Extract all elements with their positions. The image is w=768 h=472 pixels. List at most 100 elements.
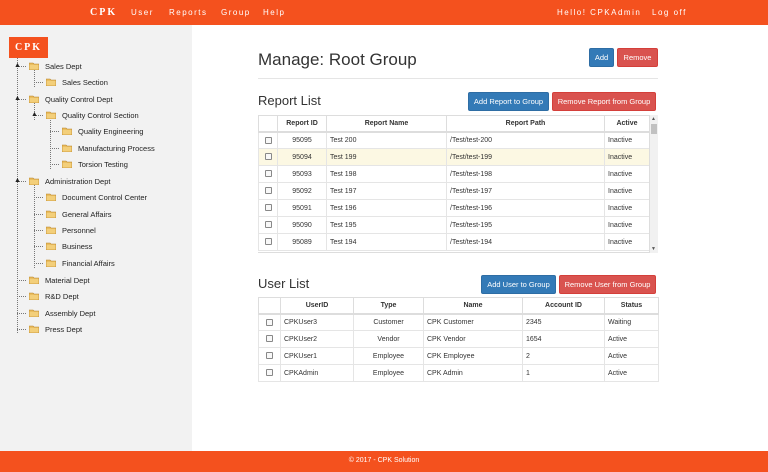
tree-item[interactable]: R&D Dept <box>29 290 79 302</box>
remove-report-button[interactable]: Remove Report from Group <box>552 92 656 111</box>
column-header-type[interactable]: Type <box>353 297 424 315</box>
column-header-report-name[interactable]: Report Name <box>326 115 447 133</box>
table-row[interactable]: 95091 Test 196/Test/test-196 Inactive <box>258 199 650 217</box>
folder-icon <box>62 160 72 168</box>
tree-toggle-icon[interactable]: ▲ <box>14 95 21 103</box>
row-checkbox[interactable] <box>264 153 272 161</box>
table-row[interactable]: 95090 Test 195/Test/test-195 Inactive <box>258 216 650 234</box>
user-list-title: User List <box>258 276 310 291</box>
row-checkbox[interactable] <box>264 170 272 178</box>
folder-icon <box>46 226 56 234</box>
table-row[interactable]: CPKAdmin Employee CPK Admin 1 Active <box>258 364 659 382</box>
sidebar: CPK <box>0 25 192 451</box>
user-greeting[interactable]: Hello! CPKAdmin <box>557 8 641 17</box>
row-checkbox-cell[interactable] <box>258 182 278 200</box>
scroll-up-icon[interactable]: ▲ <box>651 116 656 122</box>
table-row[interactable]: 95089 Test 194/Test/test-194 Inactive <box>258 233 650 251</box>
table-row[interactable]: CPKUser1 Employee CPK Employee 2 Active <box>258 347 659 365</box>
tree-item[interactable]: Quality Control Dept <box>29 93 113 105</box>
tree-item[interactable]: Quality Engineering <box>62 125 143 137</box>
tree-item[interactable]: Document Control Center <box>46 191 147 203</box>
add-user-button[interactable]: Add User to Group <box>481 275 556 294</box>
row-checkbox-cell[interactable] <box>258 330 281 348</box>
report-path-cell: /Test/test-194 <box>446 233 605 251</box>
report-id-cell: 95095 <box>277 131 327 149</box>
row-checkbox-cell[interactable] <box>258 364 281 382</box>
table-row[interactable]: 95094 Test 199/Test/test-199 Inactive <box>258 148 650 166</box>
tree-toggle-icon[interactable]: ▲ <box>14 177 21 185</box>
scroll-thumb[interactable] <box>651 124 657 134</box>
report-active-cell: Inactive <box>604 148 650 166</box>
tree-item[interactable]: General Affairs <box>46 208 111 220</box>
scroll-down-icon[interactable]: ▼ <box>651 246 656 252</box>
column-header-name[interactable]: Name <box>423 297 523 315</box>
row-checkbox[interactable] <box>264 136 272 144</box>
report-id-cell: 95093 <box>277 165 327 183</box>
table-row[interactable]: 95095 Test 200/Test/test-200 Inactive <box>258 131 650 149</box>
row-checkbox-cell[interactable] <box>258 313 281 331</box>
tree-item[interactable]: Sales Dept <box>29 60 82 72</box>
tree-toggle-icon[interactable]: ▲ <box>14 62 21 70</box>
tree-toggle-icon[interactable]: ▲ <box>31 111 38 119</box>
folder-icon <box>46 111 56 119</box>
table-row[interactable]: 95093 Test 198/Test/test-198 Inactive <box>258 165 650 183</box>
row-checkbox-cell[interactable] <box>258 347 281 365</box>
column-header-account-id[interactable]: Account ID <box>522 297 605 315</box>
row-checkbox[interactable] <box>264 187 272 195</box>
remove-user-button[interactable]: Remove User from Group <box>559 275 656 294</box>
logoff-link[interactable]: Log off <box>652 8 687 17</box>
row-checkbox[interactable] <box>264 221 272 229</box>
row-checkbox-cell[interactable] <box>258 148 278 166</box>
report-active-cell: Inactive <box>604 216 650 234</box>
add-report-button[interactable]: Add Report to Group <box>468 92 549 111</box>
tree-item[interactable]: Sales Section <box>46 76 108 88</box>
tree-item[interactable]: Personnel <box>46 224 96 236</box>
table-row[interactable]: CPKUser2 Vendor CPK Vendor 1654 Active <box>258 330 659 348</box>
tree-item[interactable]: Material Dept <box>29 274 90 286</box>
tree-item[interactable]: Torsion Testing <box>62 158 128 170</box>
row-checkbox[interactable] <box>266 335 273 343</box>
tree-connector <box>34 214 43 215</box>
row-checkbox-cell[interactable] <box>258 233 278 251</box>
nav-user[interactable]: User <box>131 8 154 17</box>
top-navbar: CPK User Reports Group Help Hello! CPKAd… <box>0 0 768 25</box>
tree-item[interactable]: Quality Control Section <box>46 109 139 121</box>
row-checkbox-cell[interactable] <box>258 199 278 217</box>
brand-logo[interactable]: CPK <box>90 7 117 18</box>
report-table-container[interactable]: Report ID Report Name Report Path Active… <box>258 115 658 253</box>
row-checkbox[interactable] <box>266 352 273 360</box>
tree-item[interactable]: Administration Dept <box>29 175 110 187</box>
report-id-cell: 95092 <box>277 182 327 200</box>
column-header-report-id[interactable]: Report ID <box>277 115 327 133</box>
row-checkbox-cell[interactable] <box>258 165 278 183</box>
row-checkbox-cell[interactable] <box>258 216 278 234</box>
tree-item[interactable]: Financial Affairs <box>46 257 115 269</box>
folder-icon <box>46 193 56 201</box>
column-header-userid[interactable]: UserID <box>280 297 354 315</box>
column-header-active[interactable]: Active <box>604 115 650 133</box>
folder-icon <box>29 177 39 185</box>
tree-item[interactable]: Manufacturing Process <box>62 142 155 154</box>
type-cell: Employee <box>353 364 424 382</box>
type-cell: Employee <box>353 347 424 365</box>
add-button[interactable]: Add <box>589 48 614 67</box>
tree-item[interactable]: Press Dept <box>29 323 82 335</box>
row-checkbox-cell[interactable] <box>258 131 278 149</box>
nav-help[interactable]: Help <box>263 8 285 17</box>
column-header-status[interactable]: Status <box>604 297 659 315</box>
tree-item[interactable]: Assembly Dept <box>29 307 95 319</box>
nav-group[interactable]: Group <box>221 8 251 17</box>
row-checkbox[interactable] <box>264 238 272 246</box>
tree-item[interactable]: Business <box>46 240 92 252</box>
report-table-scrollbar[interactable]: ▲ ▼ <box>649 115 658 253</box>
row-checkbox[interactable] <box>266 318 273 326</box>
column-header-report-path[interactable]: Report Path <box>446 115 605 133</box>
table-row[interactable]: CPKUser3 Customer CPK Customer 2345 Waiting <box>258 313 659 331</box>
nav-reports[interactable]: Reports <box>169 8 208 17</box>
report-id-cell: 95094 <box>277 148 327 166</box>
row-checkbox[interactable] <box>266 369 273 377</box>
table-row[interactable]: 95092 Test 197/Test/test-197 Inactive <box>258 182 650 200</box>
row-checkbox[interactable] <box>264 204 272 212</box>
remove-button[interactable]: Remove <box>617 48 658 67</box>
report-name-cell: Test 197 <box>326 182 447 200</box>
